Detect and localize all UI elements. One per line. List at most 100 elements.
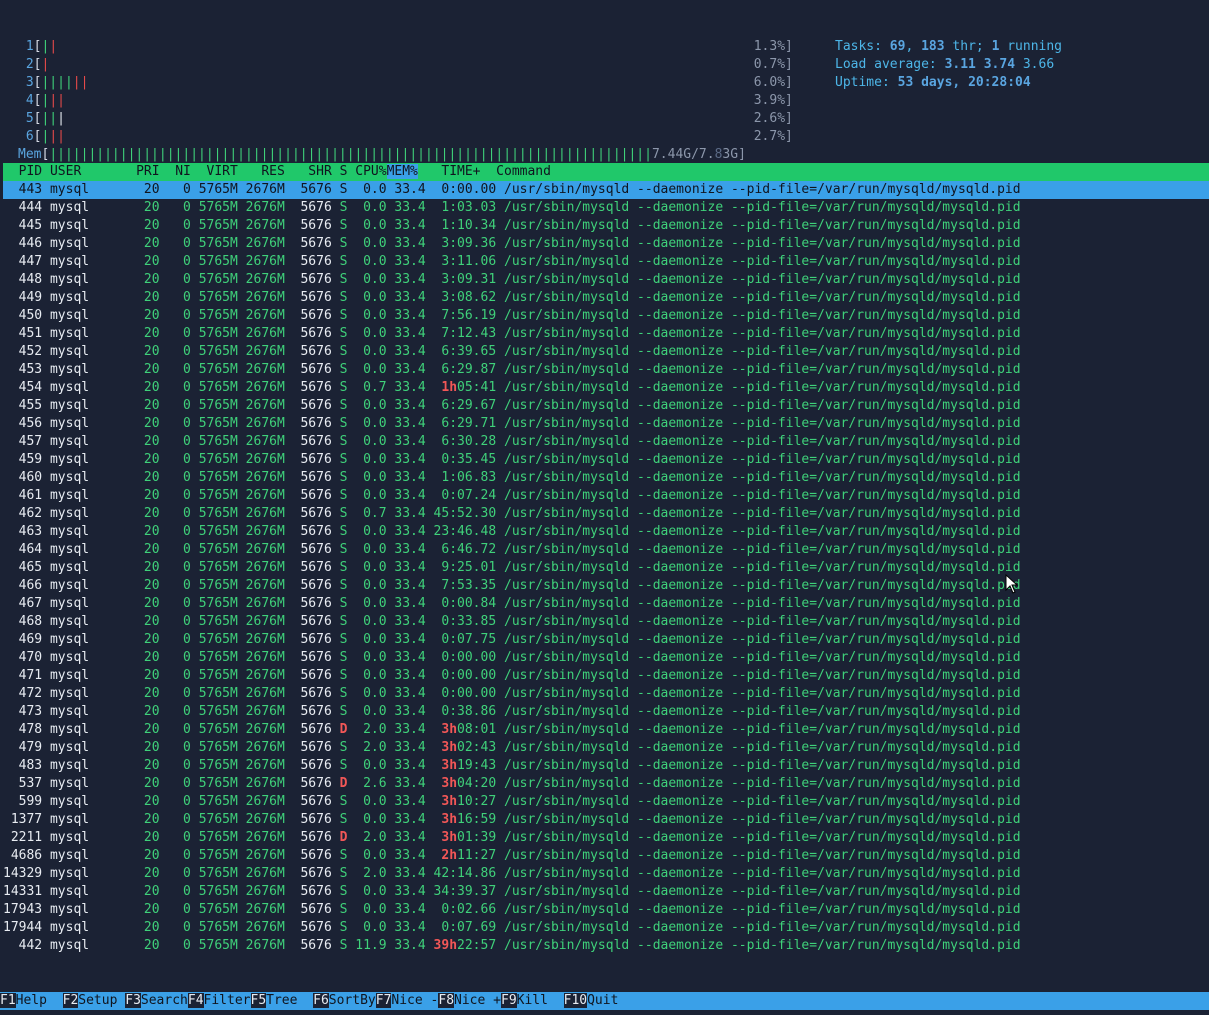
fkey-label-f6[interactable]: SortBy <box>328 993 376 1008</box>
cell-gap <box>496 254 504 269</box>
fkey-label-f2[interactable]: Setup <box>78 993 126 1008</box>
process-row[interactable]: 483 mysql 20 0 5765M 2676M 5676 S 0.0 33… <box>3 757 1209 775</box>
process-row[interactable]: 471 mysql 20 0 5765M 2676M 5676 S 0.0 33… <box>3 667 1209 685</box>
process-table-header[interactable]: PID USER PRI NI VIRT RES SHR S CPU%MEM% … <box>3 163 1209 181</box>
fkey-f3[interactable]: F3 <box>125 993 141 1008</box>
cell-shr: 5676 <box>284 506 332 521</box>
process-row[interactable]: 465 mysql 20 0 5765M 2676M 5676 S 0.0 33… <box>3 559 1209 577</box>
process-row[interactable]: 464 mysql 20 0 5765M 2676M 5676 S 0.0 33… <box>3 541 1209 559</box>
process-row[interactable]: 1377 mysql 20 0 5765M 2676M 5676 S 0.0 3… <box>3 811 1209 829</box>
col-time[interactable]: TIME+ <box>418 164 488 179</box>
process-row[interactable]: 17944 mysql 20 0 5765M 2676M 5676 S 0.0 … <box>3 919 1209 937</box>
process-row[interactable]: 14329 mysql 20 0 5765M 2676M 5676 S 2.0 … <box>3 865 1209 883</box>
process-row[interactable]: 14331 mysql 20 0 5765M 2676M 5676 S 0.0 … <box>3 883 1209 901</box>
cell-ni: 0 <box>159 290 191 305</box>
fkey-label-f9[interactable]: Kill <box>516 993 564 1008</box>
cell-gap <box>426 938 434 953</box>
col-cpu[interactable]: CPU% <box>347 164 386 179</box>
process-row[interactable]: 453 mysql 20 0 5765M 2676M 5676 S 0.0 33… <box>3 361 1209 379</box>
process-row[interactable]: 460 mysql 20 0 5765M 2676M 5676 S 0.0 33… <box>3 469 1209 487</box>
col-state[interactable]: S <box>332 164 348 179</box>
process-row[interactable]: 454 mysql 20 0 5765M 2676M 5676 S 0.7 33… <box>3 379 1209 397</box>
process-row[interactable]: 537 mysql 20 0 5765M 2676M 5676 D 2.6 33… <box>3 775 1209 793</box>
col-pri[interactable]: PRI <box>120 164 160 179</box>
cell-virt: 5765M <box>190 704 238 719</box>
col-mem-sorted[interactable]: MEM% <box>386 164 418 179</box>
fkey-label-f7[interactable]: Nice - <box>391 993 439 1008</box>
process-row[interactable]: 467 mysql 20 0 5765M 2676M 5676 S 0.0 33… <box>3 595 1209 613</box>
process-row[interactable]: 473 mysql 20 0 5765M 2676M 5676 S 0.0 33… <box>3 703 1209 721</box>
cell-ni: 0 <box>159 578 191 593</box>
fkey-label-f1[interactable]: Help <box>15 993 63 1008</box>
process-row[interactable]: 479 mysql 20 0 5765M 2676M 5676 S 2.0 33… <box>3 739 1209 757</box>
col-command[interactable]: Command <box>488 164 551 179</box>
fkey-f7[interactable]: F7 <box>375 993 392 1008</box>
process-row[interactable]: 463 mysql 20 0 5765M 2676M 5676 S 0.0 33… <box>3 523 1209 541</box>
col-ni[interactable]: NI <box>160 164 191 179</box>
cell-res: 2676M <box>237 488 285 503</box>
process-row[interactable]: 447 mysql 20 0 5765M 2676M 5676 S 0.0 33… <box>3 253 1209 271</box>
fkey-f4[interactable]: F4 <box>187 993 204 1008</box>
process-row[interactable]: 468 mysql 20 0 5765M 2676M 5676 S 0.0 33… <box>3 613 1209 631</box>
cell-pri: 20 <box>120 614 160 629</box>
fkey-label-f8[interactable]: Nice + <box>454 993 501 1008</box>
process-row[interactable]: 462 mysql 20 0 5765M 2676M 5676 S 0.7 33… <box>3 505 1209 523</box>
col-shr[interactable]: SHR <box>285 164 332 179</box>
fkey-f10[interactable]: F10 <box>563 993 588 1008</box>
process-row-selected[interactable]: 443 mysql 20 0 5765M 2676M 5676 S 0.0 33… <box>3 181 1209 199</box>
process-row[interactable]: 442 mysql 20 0 5765M 2676M 5676 S 11.9 3… <box>3 937 1209 955</box>
process-row[interactable]: 461 mysql 20 0 5765M 2676M 5676 S 0.0 33… <box>3 487 1209 505</box>
col-pid[interactable]: PID <box>3 164 43 179</box>
cell-gap <box>332 236 340 251</box>
fkey-f1[interactable]: F1 <box>0 993 16 1008</box>
cell-mem: 33.4 <box>386 542 426 557</box>
process-row[interactable]: 4686 mysql 20 0 5765M 2676M 5676 S 0.0 3… <box>3 847 1209 865</box>
load-line: Load average: 3.11 3.74 3.66 <box>835 56 1062 74</box>
fkey-f8[interactable]: F8 <box>438 993 455 1008</box>
col-user[interactable]: USER <box>42 164 120 179</box>
fkey-label-f10[interactable]: Quit <box>587 993 619 1008</box>
process-row[interactable]: 446 mysql 20 0 5765M 2676M 5676 S 0.0 33… <box>3 235 1209 253</box>
process-row[interactable]: 455 mysql 20 0 5765M 2676M 5676 S 0.0 33… <box>3 397 1209 415</box>
fkey-f6[interactable]: F6 <box>313 993 329 1008</box>
meter-spacer <box>65 111 754 126</box>
process-row[interactable]: 459 mysql 20 0 5765M 2676M 5676 S 0.0 33… <box>3 451 1209 469</box>
process-row[interactable]: 457 mysql 20 0 5765M 2676M 5676 S 0.0 33… <box>3 433 1209 451</box>
fkey-label-f4[interactable]: Filter <box>203 993 251 1008</box>
fkey-f2[interactable]: F2 <box>62 993 79 1008</box>
process-row[interactable]: 478 mysql 20 0 5765M 2676M 5676 D 2.0 33… <box>3 721 1209 739</box>
fkey-label-f3[interactable]: Search <box>140 993 188 1008</box>
process-row[interactable]: 469 mysql 20 0 5765M 2676M 5676 S 0.0 33… <box>3 631 1209 649</box>
cpu-label: 3 <box>18 75 34 90</box>
col-virt[interactable]: VIRT <box>191 164 238 179</box>
cell-user: mysql <box>42 902 121 917</box>
process-row[interactable]: 451 mysql 20 0 5765M 2676M 5676 S 0.0 33… <box>3 325 1209 343</box>
cell-cpu: 0.0 <box>347 488 387 503</box>
process-row[interactable]: 17943 mysql 20 0 5765M 2676M 5676 S 0.0 … <box>3 901 1209 919</box>
process-row[interactable]: 450 mysql 20 0 5765M 2676M 5676 S 0.0 33… <box>3 307 1209 325</box>
cell-cpu: 0.0 <box>347 542 387 557</box>
cell-cpu: 0.0 <box>347 398 387 413</box>
fkey-f5[interactable]: F5 <box>250 993 267 1008</box>
process-row[interactable]: 2211 mysql 20 0 5765M 2676M 5676 D 2.0 3… <box>3 829 1209 847</box>
process-list[interactable]: 443 mysql 20 0 5765M 2676M 5676 S 0.0 33… <box>3 181 1209 955</box>
process-row[interactable]: 452 mysql 20 0 5765M 2676M 5676 S 0.0 33… <box>3 343 1209 361</box>
process-row[interactable]: 449 mysql 20 0 5765M 2676M 5676 S 0.0 33… <box>3 289 1209 307</box>
col-res[interactable]: RES <box>238 164 285 179</box>
process-row[interactable]: 445 mysql 20 0 5765M 2676M 5676 S 0.0 33… <box>3 217 1209 235</box>
process-row[interactable]: 448 mysql 20 0 5765M 2676M 5676 S 0.0 33… <box>3 271 1209 289</box>
process-row[interactable]: 466 mysql 20 0 5765M 2676M 5676 S 0.0 33… <box>3 577 1209 595</box>
process-row[interactable]: 444 mysql 20 0 5765M 2676M 5676 S 0.0 33… <box>3 199 1209 217</box>
cell-gap <box>332 848 340 863</box>
process-row[interactable]: 599 mysql 20 0 5765M 2676M 5676 S 0.0 33… <box>3 793 1209 811</box>
cell-shr: 5676 <box>284 848 332 863</box>
cell-res: 2676M <box>237 398 285 413</box>
fkey-f9[interactable]: F9 <box>501 993 517 1008</box>
process-row[interactable]: 456 mysql 20 0 5765M 2676M 5676 S 0.0 33… <box>3 415 1209 433</box>
cell-mem: 33.4 <box>386 236 426 251</box>
process-row[interactable]: 470 mysql 20 0 5765M 2676M 5676 S 0.0 33… <box>3 649 1209 667</box>
cell-gap <box>496 596 504 611</box>
cell-cpu: 0.0 <box>347 596 387 611</box>
fkey-label-f5[interactable]: Tree <box>266 993 314 1008</box>
process-row[interactable]: 472 mysql 20 0 5765M 2676M 5676 S 0.0 33… <box>3 685 1209 703</box>
